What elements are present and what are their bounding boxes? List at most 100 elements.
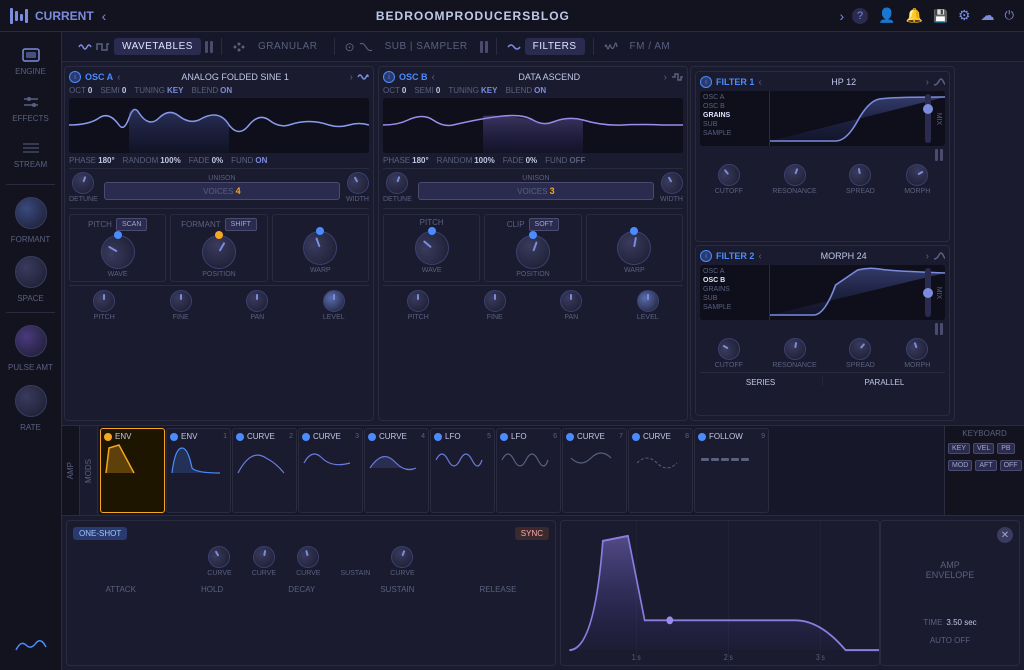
one-shot-tag[interactable]: ONE-SHOT	[73, 527, 127, 540]
resonance2-knob[interactable]	[782, 336, 807, 361]
mod-slot-follow9[interactable]: FOLLOW 9	[694, 428, 769, 513]
formant-knob[interactable]	[15, 197, 47, 229]
pan-knob-a[interactable]	[246, 290, 268, 312]
power-icon[interactable]: ⏻	[1005, 8, 1015, 23]
sidebar-item-effects[interactable]: EFFECTS	[4, 87, 58, 130]
mod-slot-curve8[interactable]: CURVE 8	[628, 428, 693, 513]
osc-b-waveform	[383, 98, 683, 153]
filter2-pause-icon[interactable]	[935, 323, 943, 335]
fmam-icon	[604, 40, 618, 54]
space-knob[interactable]	[15, 256, 47, 288]
filter2-info[interactable]: i	[700, 250, 712, 262]
granular-tab[interactable]: GRANULAR	[250, 38, 326, 55]
spread1-knob[interactable]	[848, 162, 873, 187]
key-tag[interactable]: KEY	[948, 443, 970, 454]
env-close-btn[interactable]: ✕	[997, 527, 1013, 543]
osc-a-prev[interactable]: ‹	[117, 72, 120, 83]
scan-btn-a[interactable]: SCAN	[116, 218, 147, 231]
filter1-mix-slider[interactable]	[925, 94, 931, 143]
detune-knob-a[interactable]	[69, 169, 97, 197]
fine-knob-a[interactable]	[170, 290, 192, 312]
soft-btn-b[interactable]: SOFT	[529, 218, 560, 231]
pulse-amt-knob[interactable]	[15, 325, 47, 357]
osc-a-info[interactable]: i	[69, 71, 81, 83]
filter2-wave-icon	[933, 251, 945, 261]
sub-icon: ⊙	[345, 40, 355, 54]
rate-knob[interactable]	[15, 385, 47, 417]
decay-curve-knob[interactable]	[295, 544, 322, 571]
fmam-tab-group: FM / AM	[596, 38, 687, 55]
osc-b-next[interactable]: ›	[664, 72, 667, 83]
series-btn[interactable]: SERIES	[700, 376, 821, 389]
sync-tag[interactable]: SYNC	[515, 527, 549, 540]
pan-knob-b[interactable]	[560, 290, 582, 312]
cloud-icon[interactable]: ☁	[981, 7, 995, 24]
osc-a-next[interactable]: ›	[350, 72, 353, 83]
detune-knob-b[interactable]	[383, 169, 411, 197]
help-icon[interactable]: ?	[852, 8, 868, 24]
filter2-prev[interactable]: ‹	[758, 251, 761, 262]
vel-tag[interactable]: VEL	[973, 443, 994, 454]
level-knob-a[interactable]	[323, 290, 345, 312]
aft-tag[interactable]: AFT	[975, 460, 996, 471]
user-icon[interactable]: 👤	[878, 7, 895, 24]
spread2-knob[interactable]	[845, 334, 876, 365]
wavetable-pause-icon[interactable]	[205, 41, 213, 53]
wavetables-tab[interactable]: WAVETABLES	[114, 38, 201, 55]
width-knob-b[interactable]	[656, 168, 686, 198]
filters-tab[interactable]: FILTERS	[525, 38, 585, 55]
mod-slot-lfo5[interactable]: LFO 5	[430, 428, 495, 513]
resonance1-knob[interactable]	[780, 161, 808, 189]
sidebar-item-engine[interactable]: ENGINE	[4, 40, 58, 83]
mod-slot-curve2[interactable]: CURVE 2	[232, 428, 297, 513]
sidebar-item-stream[interactable]: STREAM	[4, 133, 58, 176]
shift-btn-a[interactable]: SHIFT	[225, 218, 257, 231]
filter2-mix-slider[interactable]	[925, 268, 931, 317]
granular-icon	[232, 40, 246, 54]
morph1-knob[interactable]	[902, 160, 932, 190]
morph2-knob[interactable]	[903, 335, 931, 363]
fmam-tab[interactable]: FM / AM	[622, 38, 679, 55]
cutoff2-knob[interactable]	[714, 334, 744, 364]
save-icon[interactable]: 💾	[933, 9, 948, 23]
sub-sampler-tab[interactable]: SUB | SAMPLER	[377, 38, 476, 55]
width-knob-a[interactable]	[342, 168, 372, 198]
hold-curve-knob[interactable]	[251, 544, 276, 569]
filter1-prev[interactable]: ‹	[758, 77, 761, 88]
osc-b-header: i OSC B ‹ DATA ASCEND ›	[383, 71, 683, 83]
mod-tag[interactable]: MOD	[948, 460, 972, 471]
mod-slot-lfo6[interactable]: LFO 6	[496, 428, 561, 513]
pitch-knob-a[interactable]	[93, 290, 115, 312]
mod-slot-curve3[interactable]: CURVE 3	[298, 428, 363, 513]
filter1-next[interactable]: ›	[926, 77, 929, 88]
mod-slot-curve4[interactable]: CURVE 4	[364, 428, 429, 513]
filter1-pause-icon[interactable]	[935, 149, 943, 161]
osc-b-prev[interactable]: ‹	[432, 72, 435, 83]
pitch-knob-b[interactable]	[407, 290, 429, 312]
mod-slot-env1[interactable]: ENV 1	[166, 428, 231, 513]
mod-slot-curve7[interactable]: CURVE 7	[562, 428, 627, 513]
off-tag[interactable]: OFF	[1000, 460, 1022, 471]
mod-slot-amp-env[interactable]: ENV	[100, 428, 165, 513]
osc-b-info[interactable]: i	[383, 71, 395, 83]
cutoff1-knob[interactable]	[713, 160, 744, 191]
nav-prev-arrow[interactable]: ‹	[102, 8, 107, 24]
mod-row: MOD AFT OFF	[948, 460, 1021, 471]
osc-a-waveform	[69, 98, 369, 153]
level-knob-b[interactable]	[637, 290, 659, 312]
sampler-icon	[359, 40, 373, 54]
voices-b-box: VOICES 3	[418, 182, 654, 200]
nav-next-arrow[interactable]: ›	[839, 8, 844, 24]
sub-sampler-pause-icon[interactable]	[480, 41, 488, 53]
bell-icon[interactable]: 🔔	[906, 7, 923, 24]
fine-knob-b[interactable]	[484, 290, 506, 312]
filter2-next[interactable]: ›	[926, 251, 929, 262]
parallel-btn[interactable]: PARALLEL	[824, 376, 945, 389]
filter1-info[interactable]: i	[700, 76, 712, 88]
release-curve-knob[interactable]	[388, 543, 416, 571]
attack-curve-knob[interactable]	[204, 542, 234, 572]
env-info-panel: ✕ AMP ENVELOPE TIME 3.50 sec AUTO OFF	[880, 520, 1020, 666]
settings-icon[interactable]: ⚙	[958, 7, 971, 24]
filter2-knobs: CUTOFF RESONANCE SPREAD MORPH	[700, 338, 945, 369]
pb-tag[interactable]: PB	[997, 443, 1014, 454]
